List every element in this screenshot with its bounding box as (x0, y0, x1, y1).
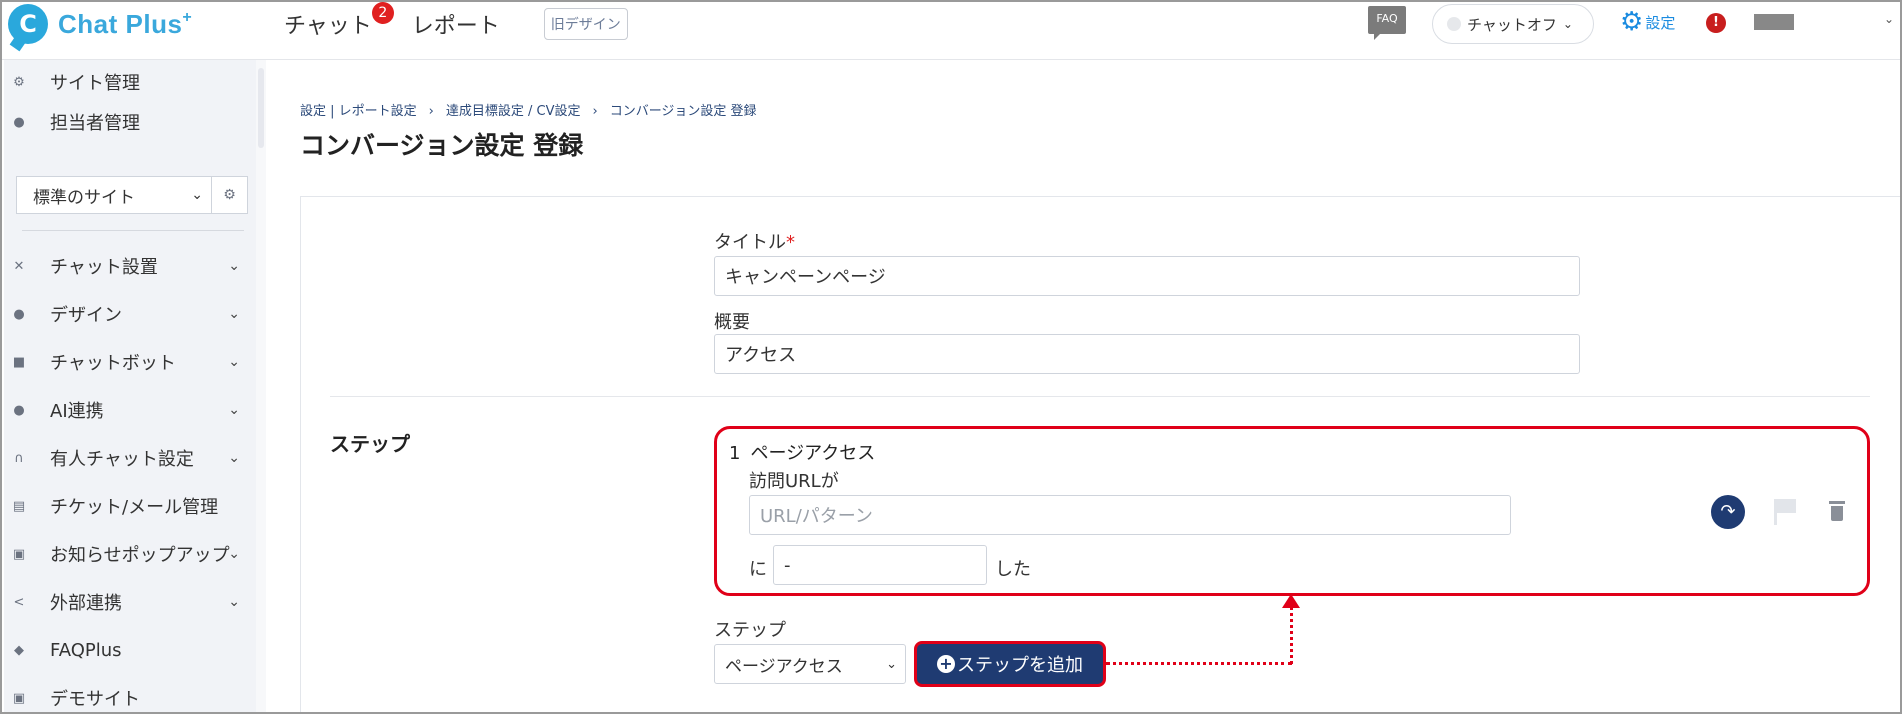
chevron-down-icon: ⌄ (228, 258, 240, 274)
nav-chat[interactable]: チャット 2 (284, 2, 394, 40)
annotation-arrow-line (1106, 662, 1292, 665)
sidebar-item-popup[interactable]: ▣ お知らせポップアップ ⌄ (4, 534, 248, 574)
sidebar-item-chatbot[interactable]: ■ チャットボット ⌄ (4, 342, 248, 382)
flag-icon[interactable] (1774, 499, 1796, 525)
sidebar-item-faqplus[interactable]: ◆ FAQPlus (4, 630, 248, 670)
visit-url-label: 訪問URLが (749, 471, 839, 492)
faq-icon[interactable]: FAQ (1368, 6, 1406, 40)
sidebar-item-site-management[interactable]: ⚙ サイト管理 (4, 62, 248, 102)
tools-icon: ✕ (13, 258, 25, 274)
nav-report[interactable]: レポート (412, 8, 506, 40)
sidebar-item-ai[interactable]: ● AI連携 ⌄ (4, 390, 248, 430)
step-card: 1 ページアクセス 訪問URLが URL/パターン に - した ↷ (714, 426, 1870, 596)
chevron-down-icon: ⌄ (228, 594, 240, 610)
breadcrumb-cv-settings[interactable]: 達成目標設定 / CV設定 (446, 104, 581, 119)
app-logo[interactable]: C Chat Plus+ (8, 4, 192, 44)
sidebar-item-ticket-mail[interactable]: ▤ チケット/メール管理 (4, 486, 248, 526)
user-avatar[interactable] (1754, 14, 1794, 30)
chat-status-dropdown[interactable]: チャットオフ ⌄ (1432, 4, 1594, 44)
breadcrumb-current: コンバージョン設定 登録 (609, 104, 757, 119)
status-dot-icon (1447, 17, 1461, 31)
breadcrumb-settings[interactable]: 設定 | レポート設定 (300, 104, 417, 119)
share-icon: < (13, 594, 25, 610)
chevron-down-icon: ⌄ (228, 402, 240, 418)
faq-icon: ◆ (14, 642, 24, 658)
step-type-select[interactable]: ページアクセス ⌄ (714, 644, 906, 684)
top-nav: チャット 2 レポート 旧デザイン (284, 2, 628, 40)
add-step-button[interactable]: + ステップを追加 (914, 641, 1106, 687)
sidebar-divider (22, 230, 244, 231)
trash-icon[interactable] (1829, 501, 1845, 521)
alert-icon[interactable]: ! (1706, 13, 1726, 33)
chat-unread-badge: 2 (371, 2, 394, 24)
chevron-down-icon: ⌄ (228, 306, 240, 322)
shita-label: した (995, 559, 1031, 580)
chevron-down-icon: ⌄ (1562, 17, 1573, 31)
summary-label: 概要 (714, 312, 750, 333)
old-design-button[interactable]: 旧デザイン (543, 8, 628, 40)
url-pattern-input[interactable]: URL/パターン (749, 495, 1511, 535)
step-header: 1 ページアクセス (729, 439, 875, 465)
user-gear-icon: ● (13, 114, 25, 130)
ticket-icon: ▤ (12, 498, 26, 514)
lightbulb-icon: ● (13, 402, 25, 418)
sidebar-item-chat-install[interactable]: ✕ チャット設置 ⌄ (4, 246, 248, 286)
plus-circle-icon: + (937, 655, 955, 673)
settings-link[interactable]: ⚙ 設定 (1620, 7, 1675, 37)
breadcrumb: 設定 | レポート設定 › 達成目標設定 / CV設定 › コンバージョン設定 登録 (300, 104, 757, 119)
gear-icon: ⚙ (1620, 7, 1644, 37)
redo-icon[interactable]: ↷ (1711, 495, 1745, 529)
summary-input[interactable]: アクセス (714, 334, 1580, 374)
chevron-down-icon: ⌄ (191, 187, 203, 203)
sidebar-scrollbar[interactable] (256, 60, 266, 712)
chat-bubble-logo-icon: C (8, 4, 48, 44)
sidebar-item-manned-chat[interactable]: ∩ 有人チャット設定 ⌄ (4, 438, 248, 478)
chevron-down-icon: ⌄ (228, 546, 240, 562)
annotation-arrow-head-icon (1282, 594, 1300, 608)
headset-icon: ∩ (14, 450, 24, 466)
logo-text: Chat Plus+ (58, 8, 193, 39)
title-label: タイトル* (714, 232, 795, 253)
popup-icon: ▣ (12, 546, 26, 562)
condition-select[interactable]: - (773, 545, 987, 585)
sidebar-item-demo-site[interactable]: ▣ デモサイト (4, 678, 248, 712)
sidebar-item-design[interactable]: ● デザイン ⌄ (4, 294, 248, 334)
ni-label: に (749, 559, 767, 580)
chat-icon: ■ (12, 354, 26, 370)
step-number: 1 (729, 443, 741, 464)
chevron-down-icon: ⌄ (228, 354, 240, 370)
top-header: C Chat Plus+ チャット 2 レポート 旧デザイン FAQ チャットオ… (2, 2, 1900, 60)
annotation-arrow-line (1290, 600, 1293, 664)
title-input[interactable]: キャンペーンページ (714, 256, 1580, 296)
app-window: C Chat Plus+ チャット 2 レポート 旧デザイン FAQ チャットオ… (0, 0, 1902, 714)
site-select[interactable]: 標準のサイト ⌄ (16, 176, 212, 214)
page-title: コンバージョン設定 登録 (300, 131, 584, 160)
steps-section-label: ステップ (330, 432, 410, 456)
chevron-down-icon[interactable]: ⌄ (1884, 12, 1894, 26)
add-step-type-label: ステップ (714, 620, 786, 641)
gear-icon: ⚙ (13, 74, 25, 90)
site-settings-gear-icon[interactable]: ⚙ (212, 176, 248, 214)
section-divider (330, 396, 1870, 397)
step-type: ページアクセス (750, 443, 876, 464)
chevron-down-icon: ⌄ (228, 450, 240, 466)
chevron-down-icon: ⌄ (886, 656, 897, 672)
sidebar-item-integration[interactable]: < 外部連携 ⌄ (4, 582, 248, 622)
sidebar-item-staff-management[interactable]: ● 担当者管理 (4, 102, 248, 142)
palette-icon: ● (13, 306, 25, 322)
demo-icon: ▣ (12, 690, 26, 706)
